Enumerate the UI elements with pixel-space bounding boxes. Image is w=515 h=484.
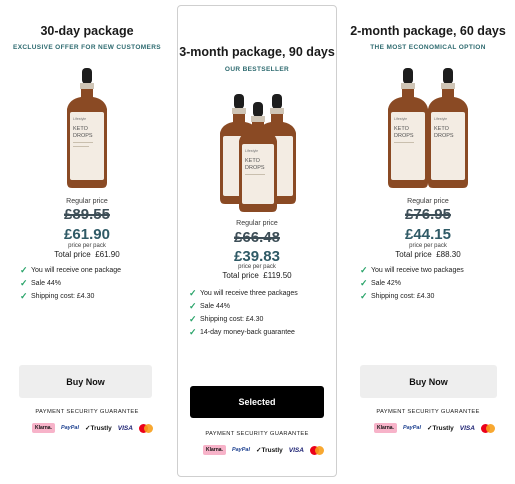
check-icon: ✓ (20, 278, 28, 288)
payment-security-label: PAYMENT SECURITY GUARANTEE (35, 409, 139, 415)
feature-list: ✓ You will receive one package ✓ Sale 44% … (20, 264, 121, 303)
svg-text:DROPS: DROPS (245, 165, 265, 171)
check-icon: ✓ (189, 314, 197, 324)
svg-text:DROPS: DROPS (73, 133, 93, 139)
payment-logos: Klarna. PayPal ✓Trustly VISA (374, 423, 495, 433)
klarna-logo: Klarna. (374, 423, 397, 433)
new-price: £44.15 (405, 226, 451, 243)
visa-logo: VISA (459, 424, 475, 432)
total-price-label: Total price (395, 250, 432, 259)
payment-logos: Klarna. PayPal ✓Trustly VISA (203, 445, 324, 455)
old-price: £76.95 (405, 206, 451, 223)
feature-list: ✓ You will receive two packages ✓ Sale 42%… (360, 264, 464, 303)
check-icon: ✓ (360, 278, 368, 288)
total-price: Total price £61.90 (4, 250, 170, 259)
feature-item: ✓ Sale 42% (360, 278, 401, 288)
mastercard-icon (138, 423, 153, 433)
feature-item: ✓ Sale 44% (20, 278, 61, 288)
svg-text:KETO: KETO (73, 126, 89, 132)
price-per-pack-label: price per pack (238, 264, 276, 270)
trustly-logo: ✓Trustly (256, 447, 283, 454)
trustly-logo: ✓Trustly (427, 425, 454, 432)
old-price: £66.48 (234, 229, 280, 246)
feature-item: ✓ Shipping cost: £4.30 (20, 291, 95, 301)
svg-text:Lifestyle: Lifestyle (73, 117, 86, 121)
package-title: 2-month package, 60 days (350, 24, 506, 38)
package-subtitle: THE MOST ECONOMICAL OPTION (370, 44, 486, 51)
regular-price-label: Regular price (236, 220, 278, 227)
check-icon: ✓ (360, 265, 368, 275)
package-title: 3-month package, 90 days (179, 45, 335, 59)
price-per-pack-label: price per pack (409, 243, 447, 249)
package-subtitle: EXCLUSIVE OFFER FOR NEW CUSTOMERS (13, 44, 161, 51)
svg-text:DROPS: DROPS (394, 133, 414, 139)
new-price: £61.90 (64, 226, 110, 243)
selected-button[interactable]: Selected (190, 386, 324, 418)
svg-text:KETO: KETO (245, 158, 261, 164)
feature-list: ✓ You will receive three packages ✓ Sale 4… (189, 287, 298, 339)
check-icon: ✓ (189, 327, 197, 337)
total-price-label: Total price (222, 271, 259, 280)
package-title: 30-day package (40, 24, 134, 38)
package-subtitle: OUR BESTSELLER (224, 66, 290, 73)
feature-item: ✓ You will receive one package (20, 265, 122, 275)
payment-security-label: PAYMENT SECURITY GUARANTEE (376, 409, 480, 415)
regular-price-label: Regular price (66, 198, 108, 205)
payment-security-label: PAYMENT SECURITY GUARANTEE (205, 431, 309, 437)
svg-text:KETO: KETO (434, 126, 450, 132)
check-icon: ✓ (360, 291, 368, 301)
product-image-one-bottle: Lifestyle KETO DROPS (67, 68, 107, 188)
total-price: Total price £88.30 (345, 250, 511, 259)
feature-item: ✓ Shipping cost: £4.30 (189, 314, 264, 324)
price-per-pack-label: price per pack (68, 243, 106, 249)
buy-now-button[interactable]: Buy Now (360, 365, 497, 398)
check-icon: ✓ (189, 301, 197, 311)
paypal-logo: PayPal (231, 447, 250, 453)
check-icon: ✓ (189, 288, 197, 298)
klarna-logo: Klarna. (203, 445, 226, 455)
package-card-90-day[interactable]: 3-month package, 90 days OUR BESTSELLER … (177, 5, 337, 477)
package-card-30-day: 30-day package EXCLUSIVE OFFER FOR NEW C… (4, 0, 170, 484)
visa-logo: VISA (117, 424, 133, 432)
total-price: Total price £119.50 (178, 271, 336, 280)
check-icon: ✓ (20, 291, 28, 301)
svg-text:Lifestyle: Lifestyle (394, 117, 407, 121)
svg-text:Lifestyle: Lifestyle (245, 149, 258, 153)
feature-item: ✓ You will receive three packages (189, 288, 298, 298)
package-card-60-day: 2-month package, 60 days THE MOST ECONOM… (345, 0, 511, 484)
svg-text:KETO: KETO (394, 126, 410, 132)
product-image-three-bottles: Lifestyle KETO DROPS (220, 94, 296, 212)
check-icon: ✓ (20, 265, 28, 275)
feature-item: ✓ You will receive two packages (360, 265, 464, 275)
buy-now-button[interactable]: Buy Now (19, 365, 152, 398)
payment-logos: Klarna. PayPal ✓Trustly VISA (32, 423, 153, 433)
feature-item: ✓ 14-day money-back guarantee (189, 327, 295, 337)
total-price-value: £88.30 (436, 250, 461, 259)
trustly-logo: ✓Trustly (85, 425, 112, 432)
feature-item: ✓ Sale 44% (189, 301, 230, 311)
total-price-label: Total price (54, 250, 91, 259)
paypal-logo: PayPal (60, 425, 79, 431)
svg-text:DROPS: DROPS (434, 133, 454, 139)
mastercard-icon (309, 445, 324, 455)
total-price-value: £119.50 (263, 271, 292, 280)
bottle-icon: Lifestyle KETO DROPS (428, 68, 468, 188)
klarna-logo: Klarna. (32, 423, 55, 433)
regular-price-label: Regular price (407, 198, 449, 205)
visa-logo: VISA (288, 446, 304, 454)
product-image-two-bottles: Lifestyle KETO DROPS Lifestyle KETO DROP… (388, 68, 468, 188)
new-price: £39.83 (234, 248, 280, 265)
old-price: £89.55 (64, 206, 110, 223)
svg-text:Lifestyle: Lifestyle (434, 117, 447, 121)
paypal-logo: PayPal (402, 425, 421, 431)
bottle-icon: Lifestyle KETO DROPS (67, 68, 107, 188)
feature-item: ✓ Shipping cost: £4.30 (360, 291, 435, 301)
bottle-icon: Lifestyle KETO DROPS (388, 68, 428, 188)
mastercard-icon (480, 423, 495, 433)
total-price-value: £61.90 (95, 250, 120, 259)
